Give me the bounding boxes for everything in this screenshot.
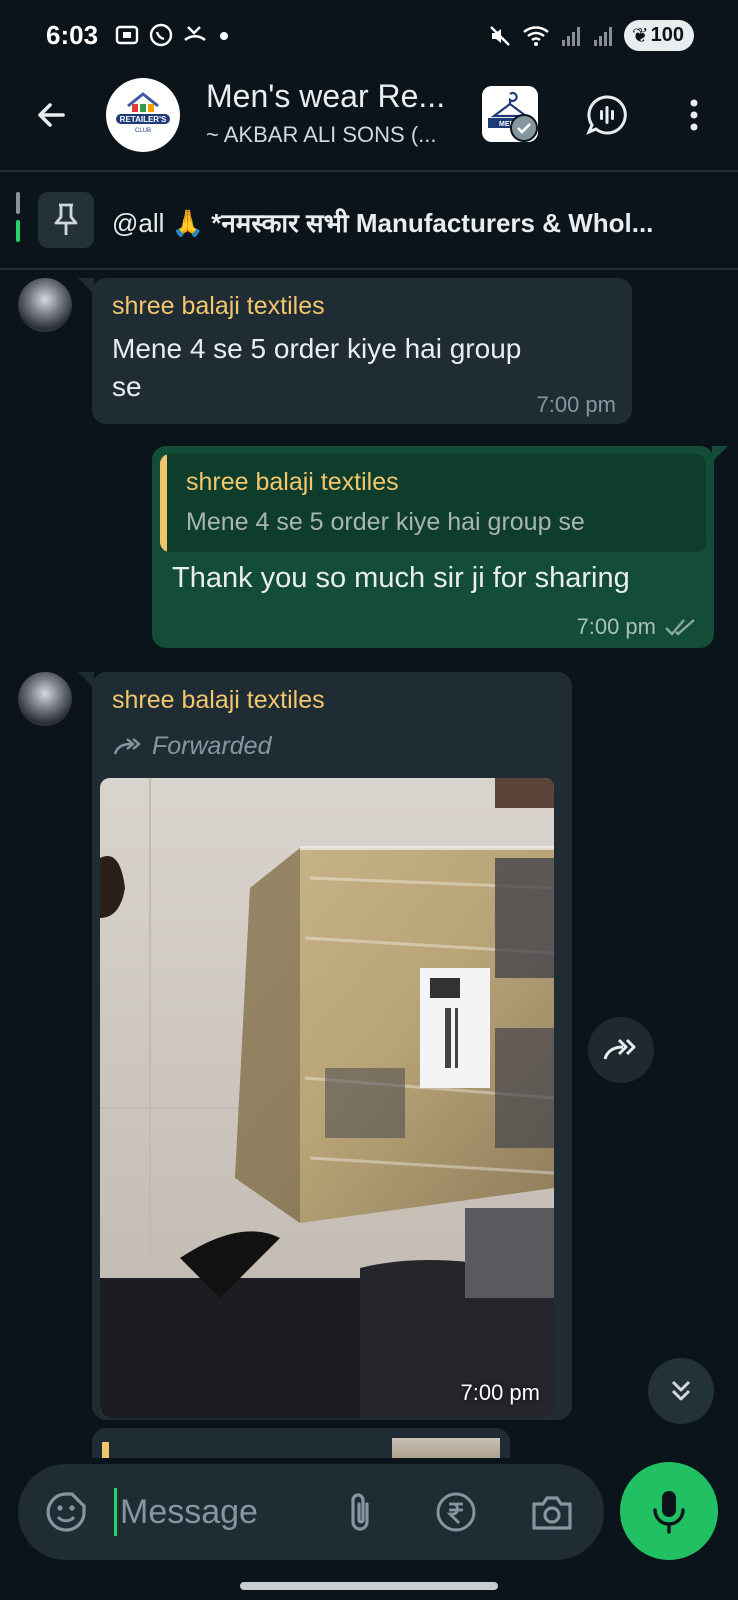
pinned-message-bar[interactable]: @all 🙏 *नमस्कार सभी Manufacturers & Whol…	[0, 174, 738, 266]
sticker-icon	[46, 1492, 86, 1532]
pinned-divider	[0, 268, 738, 270]
missed-call-icon	[184, 26, 206, 42]
screenshot-icon	[115, 25, 139, 45]
message-composer	[18, 1464, 604, 1560]
group-avatar[interactable]: RETAILER'S CLUB	[106, 78, 180, 152]
attach-icon	[351, 1493, 369, 1531]
forward-share-button[interactable]	[588, 1017, 654, 1083]
peek-thumbnail	[392, 1438, 500, 1458]
home-indicator[interactable]	[240, 1582, 498, 1590]
message-time: 7:00 pm	[536, 392, 617, 417]
double-check-icon	[665, 619, 695, 636]
message-time: 7:00 pm	[576, 614, 657, 639]
chat-header: RETAILER'S CLUB Men's wear Re... ~ AKBAR…	[0, 70, 738, 170]
battery-indicator: ❦ 100	[623, 20, 694, 51]
attach-button[interactable]	[336, 1488, 384, 1536]
voice-message-button[interactable]	[620, 1462, 718, 1560]
message-text: Thank you so much sir ji for sharing	[172, 562, 630, 594]
group-subtitle[interactable]: ~ AKBAR ALI SONS (...	[206, 122, 456, 148]
back-button[interactable]	[26, 90, 76, 140]
sender-name[interactable]: shree balaji textiles	[112, 686, 325, 715]
retailers-club-logo: RETAILER'S CLUB	[107, 79, 179, 151]
forwarded-label: Forwarded	[112, 732, 272, 761]
community-badge	[510, 114, 538, 142]
svg-text:CLUB: CLUB	[135, 128, 151, 134]
check-icon	[517, 123, 531, 134]
whatsapp-icon	[149, 23, 173, 47]
scroll-to-bottom-button[interactable]	[648, 1358, 714, 1424]
incoming-photo-bubble[interactable]: shree balaji textiles Forwarded 7:00 pm	[78, 672, 572, 1420]
wifi-icon	[523, 25, 549, 46]
share-icon	[603, 1038, 636, 1060]
notification-icons	[114, 22, 232, 48]
mute-icon	[490, 25, 510, 46]
forward-icon	[113, 737, 141, 754]
dot-icon	[220, 32, 228, 40]
message-photo[interactable]: 7:00 pm	[100, 778, 554, 1418]
pinned-message-text: @all 🙏 *नमस्कार सभी Manufacturers & Whol…	[112, 204, 712, 240]
camera-button[interactable]	[528, 1488, 576, 1536]
sender-avatar[interactable]	[18, 278, 72, 332]
payment-button[interactable]	[432, 1488, 480, 1536]
pinned-mention: @all	[112, 208, 165, 238]
message-input[interactable]	[120, 1480, 320, 1544]
leaf-icon: ❦	[631, 25, 649, 47]
voice-chat-button[interactable]	[582, 90, 632, 140]
more-options-button[interactable]	[674, 90, 714, 140]
pin-index-indicator	[16, 192, 20, 244]
quote-accent-bar	[160, 454, 167, 552]
camera-icon	[532, 1496, 572, 1530]
message-meta: 7:00 pm	[577, 614, 699, 640]
incoming-message-bubble[interactable]: shree balaji textiles Mene 4 se 5 order …	[78, 278, 632, 424]
pinned-emoji: 🙏	[171, 208, 205, 238]
double-chevron-down-icon	[671, 1380, 691, 1401]
outgoing-message-bubble[interactable]: shree balaji textiles Mene 4 se 5 order …	[152, 446, 728, 648]
package-photo	[100, 778, 554, 1418]
group-name[interactable]: Men's wear Re...	[206, 78, 456, 115]
voice-chat-icon	[586, 95, 627, 135]
quoted-text: Mene 4 se 5 order kiye hai group se	[186, 508, 585, 536]
status-bar: 6:03 ❦ 100	[0, 0, 738, 70]
quoted-sender: shree balaji textiles	[186, 468, 399, 496]
pinned-content: *नमस्कार सभी Manufacturers & Whol...	[211, 208, 654, 238]
header-divider	[0, 170, 738, 172]
rupee-icon	[436, 1492, 476, 1532]
quote-accent-bar	[102, 1442, 109, 1458]
sticker-button[interactable]	[42, 1488, 90, 1536]
pin-icon	[54, 203, 78, 235]
forwarded-text: Forwarded	[152, 732, 272, 760]
svg-text:RETAILER'S: RETAILER'S	[120, 115, 167, 124]
back-arrow-icon	[38, 103, 65, 127]
message-text-line1: Mene 4 se 5 order kiye hai group	[112, 333, 522, 364]
next-message-peek[interactable]	[92, 1428, 510, 1458]
photo-time: 7:00 pm	[460, 1380, 541, 1405]
sender-avatar[interactable]	[18, 672, 72, 726]
message-text-line2: se	[112, 371, 142, 402]
quoted-message[interactable]: shree balaji textiles Mene 4 se 5 order …	[160, 454, 706, 552]
sender-name[interactable]: shree balaji textiles	[112, 292, 325, 321]
more-vert-icon	[690, 99, 698, 131]
signal-icon-2	[593, 26, 612, 46]
status-time: 6:03	[46, 20, 99, 50]
system-icons: ❦ 100	[488, 20, 694, 51]
text-cursor	[114, 1488, 117, 1536]
pin-button[interactable]	[38, 192, 94, 248]
battery-level: 100	[650, 24, 684, 46]
mic-icon	[653, 1491, 685, 1534]
signal-icon-1	[561, 26, 580, 46]
